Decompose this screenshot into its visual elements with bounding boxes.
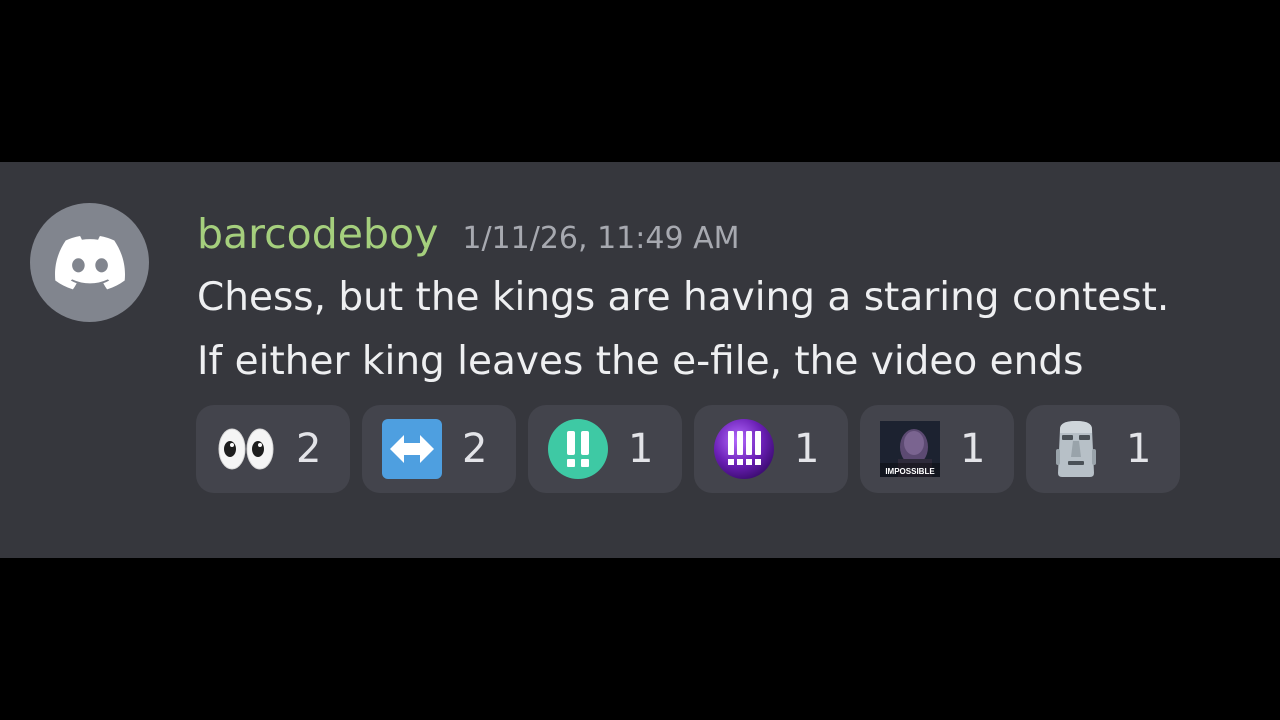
moai-icon xyxy=(1046,419,1106,479)
quadruple-exclamation-icon xyxy=(714,419,774,479)
reaction-count: 2 xyxy=(296,426,322,472)
message-header: barcodeboy 1/11/26, 11:49 AM xyxy=(197,204,739,264)
username[interactable]: barcodeboy xyxy=(197,204,438,264)
reactions-bar: 2 2 1 1 IMPOSSIBLE 1 1 xyxy=(196,405,1180,493)
reaction-double-exclamation[interactable]: 1 xyxy=(528,405,682,493)
reaction-count: 2 xyxy=(462,426,488,472)
avatar[interactable] xyxy=(30,203,149,322)
impossible-caption: IMPOSSIBLE xyxy=(885,467,935,476)
left-right-arrow-icon xyxy=(382,419,442,479)
reaction-eyes[interactable]: 2 xyxy=(196,405,350,493)
timestamp[interactable]: 1/11/26, 11:49 AM xyxy=(462,209,739,269)
message-content: Chess, but the kings are having a starin… xyxy=(197,266,1257,394)
reaction-count: 1 xyxy=(794,426,820,472)
reaction-count: 1 xyxy=(628,426,654,472)
discord-logo-icon xyxy=(54,235,125,289)
message-line: If either king leaves the e-file, the vi… xyxy=(197,339,1084,384)
reaction-quadruple-exclamation[interactable]: 1 xyxy=(694,405,848,493)
reaction-count: 1 xyxy=(960,426,986,472)
reaction-moai[interactable]: 1 xyxy=(1026,405,1180,493)
double-exclamation-icon xyxy=(548,419,608,479)
eyes-icon xyxy=(216,419,276,479)
chat-message: barcodeboy 1/11/26, 11:49 AM Chess, but … xyxy=(0,162,1280,558)
impossible-meme-icon: IMPOSSIBLE xyxy=(880,419,940,479)
reaction-impossible-meme[interactable]: IMPOSSIBLE 1 xyxy=(860,405,1014,493)
reaction-left-right-arrow[interactable]: 2 xyxy=(362,405,516,493)
message-line: Chess, but the kings are having a starin… xyxy=(197,275,1170,320)
reaction-count: 1 xyxy=(1126,426,1152,472)
